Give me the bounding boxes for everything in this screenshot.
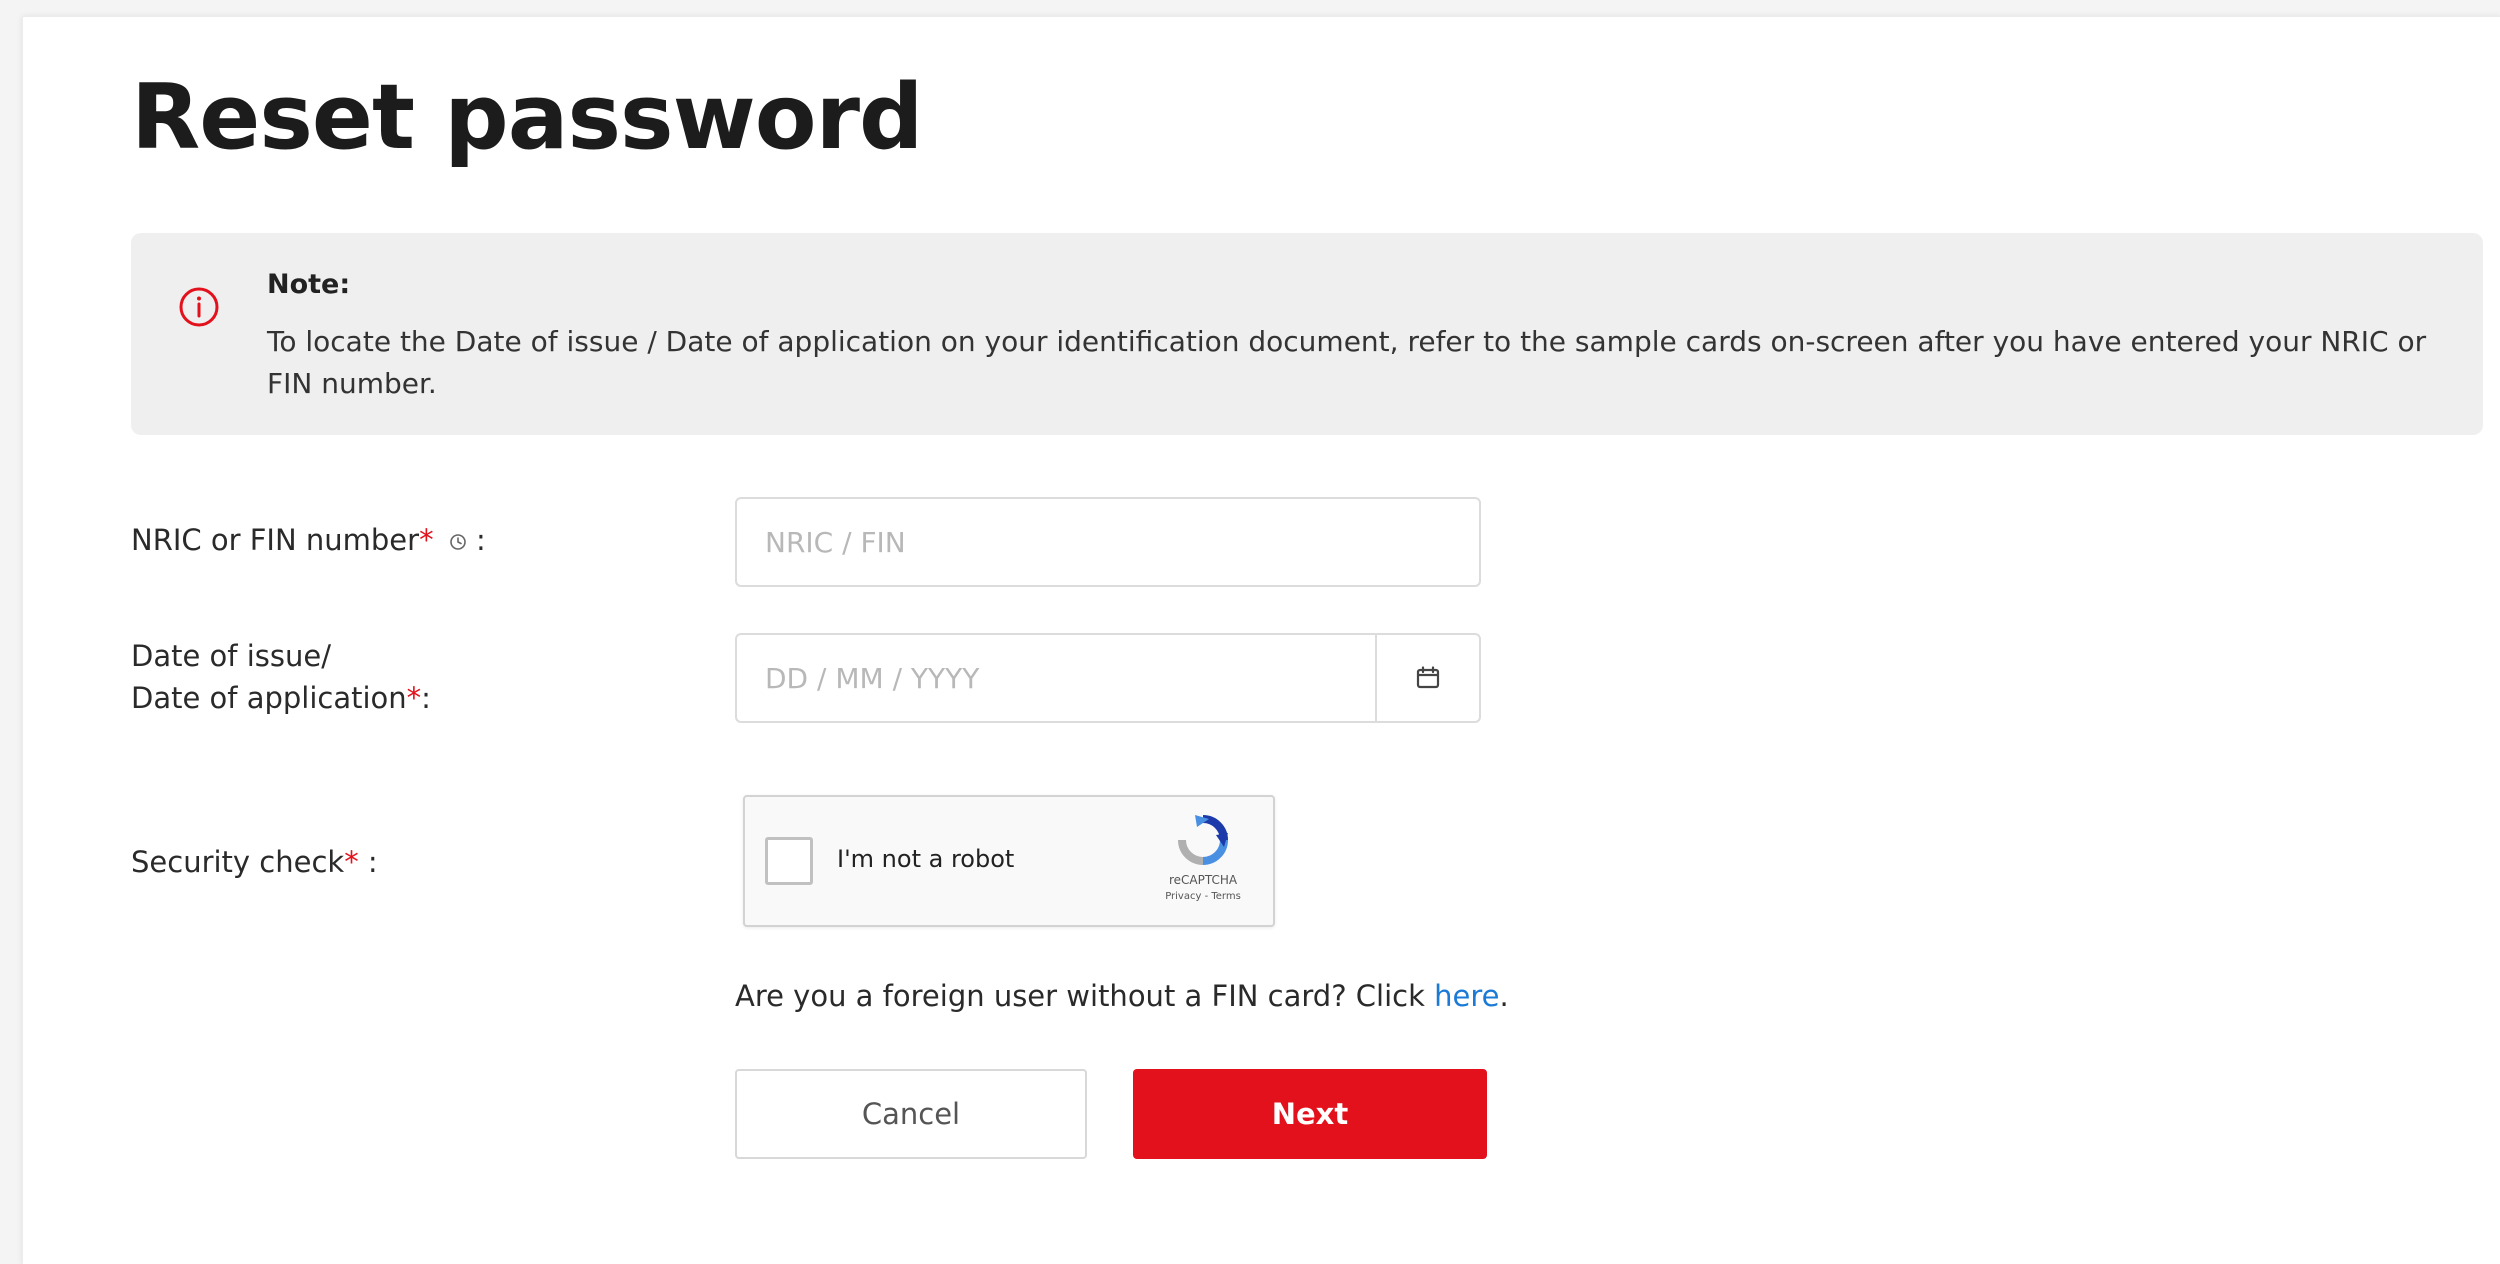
security-label: Security check* : <box>131 841 378 883</box>
foreign-user-suffix: . <box>1499 979 1509 1013</box>
page: Reset password Note: To locate the Date … <box>0 0 2500 1264</box>
date-label-colon: : <box>421 681 431 715</box>
security-label-text: Security check <box>131 845 345 879</box>
date-label: Date of issue/ Date of application*: <box>131 635 431 719</box>
note-title: Note: <box>267 269 351 300</box>
recaptcha-brand: reCAPTCHA <box>1168 873 1238 887</box>
date-label-line1: Date of issue/ <box>131 639 331 673</box>
recaptcha-icon <box>1178 815 1228 865</box>
help-clock-icon[interactable] <box>449 533 467 551</box>
calendar-button[interactable] <box>1375 635 1479 721</box>
date-input-wrapper <box>735 633 1481 723</box>
required-mark: * <box>419 523 434 557</box>
required-mark: * <box>406 681 422 715</box>
foreign-user-text: Are you a foreign user without a FIN car… <box>735 979 1509 1013</box>
note-text: To locate the Date of issue / Date of ap… <box>267 325 2427 400</box>
date-label-line2-wrap: Date of application*: <box>131 677 431 719</box>
page-title: Reset password <box>131 65 923 170</box>
foreign-user-here-link[interactable]: here <box>1434 979 1499 1013</box>
nric-label-colon: : <box>466 523 486 557</box>
calendar-icon <box>1416 666 1440 689</box>
next-button[interactable]: Next <box>1133 1069 1487 1159</box>
nric-label-text: NRIC or FIN number <box>131 523 420 557</box>
recaptcha-logo: reCAPTCHA Privacy - Terms <box>1155 813 1251 902</box>
date-input[interactable] <box>737 635 1367 721</box>
reset-password-card: Reset password Note: To locate the Date … <box>22 16 2500 1264</box>
recaptcha-links[interactable]: Privacy - Terms <box>1155 891 1251 902</box>
info-circle-icon <box>179 287 219 327</box>
recaptcha-label: I'm not a robot <box>837 845 1015 873</box>
recaptcha-checkbox[interactable] <box>765 837 813 885</box>
foreign-user-question: Are you a foreign user without a FIN car… <box>735 979 1435 1013</box>
nric-label: NRIC or FIN number* : <box>131 519 486 561</box>
note-box: Note: To locate the Date of issue / Date… <box>131 233 2483 435</box>
security-label-colon: : <box>358 845 378 879</box>
nric-input[interactable] <box>737 499 1479 585</box>
required-mark: * <box>344 845 359 879</box>
date-label-line2: Date of application <box>131 681 407 715</box>
nric-input-wrapper <box>735 497 1481 587</box>
recaptcha-widget: I'm not a robot reCAPTCHA Privacy - Term… <box>743 795 1275 927</box>
cancel-button[interactable]: Cancel <box>735 1069 1087 1159</box>
